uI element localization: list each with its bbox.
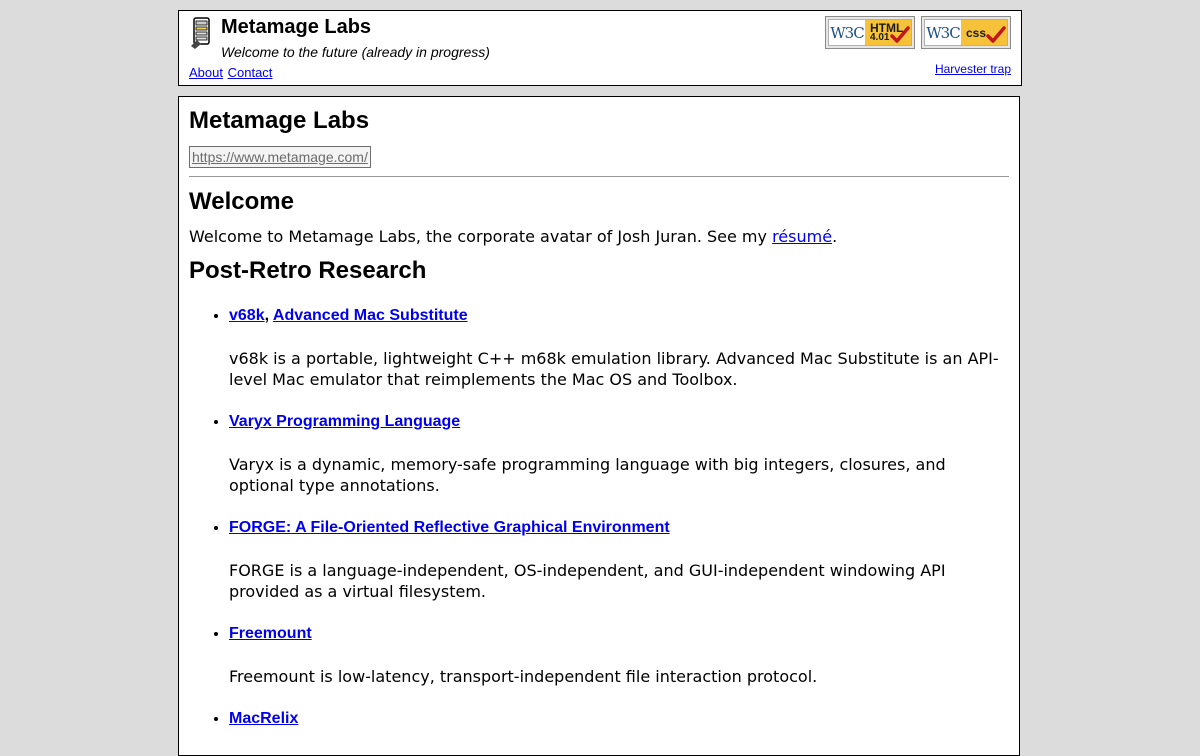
- validator-badges: W3C HTML 4.01 W3C css: [825, 16, 1011, 49]
- w3c-logo: W3C: [830, 23, 864, 42]
- project-description: v68k is a portable, lightweight C++ m68k…: [229, 349, 999, 389]
- nav-link-contact[interactable]: Contact: [228, 65, 273, 80]
- resume-link[interactable]: résumé: [772, 227, 832, 246]
- project-link-freemount[interactable]: Freemount: [229, 625, 312, 642]
- site-header: Metamage Labs Welcome to the future (alr…: [178, 10, 1022, 86]
- harvester-trap-link[interactable]: Harvester trap: [935, 62, 1011, 76]
- top-nav: About Contact: [189, 65, 273, 81]
- w3c-logo: W3C: [926, 23, 960, 42]
- site-tagline: Welcome to the future (already in progre…: [221, 44, 490, 60]
- page-title: Metamage Labs: [189, 107, 370, 134]
- divider: [189, 176, 1009, 177]
- site-title: Metamage Labs: [221, 16, 372, 38]
- w3c-css-badge[interactable]: W3C css: [921, 16, 1011, 49]
- list-item: MacRelix: [229, 709, 1009, 729]
- project-link-macrelix[interactable]: MacRelix: [229, 710, 298, 727]
- nav-link-about[interactable]: About: [189, 65, 223, 80]
- list-item: v68k, Advanced Mac Substitute v68k is a …: [229, 306, 1009, 390]
- project-link-v68k[interactable]: v68k: [229, 307, 265, 324]
- list-item: Freemount Freemount is low-latency, tran…: [229, 624, 1009, 687]
- research-heading: Post-Retro Research: [189, 257, 427, 284]
- welcome-heading: Welcome: [189, 188, 294, 215]
- project-description: FORGE is a language-independent, OS-inde…: [229, 561, 946, 601]
- checkmark-icon: [986, 26, 1006, 43]
- project-link-varyx[interactable]: Varyx Programming Language: [229, 413, 460, 430]
- welcome-paragraph: Welcome to Metamage Labs, the corporate …: [189, 227, 838, 246]
- project-link-forge[interactable]: FORGE: A File-Oriented Reflective Graphi…: [229, 519, 670, 536]
- w3c-html-badge[interactable]: W3C HTML 4.01: [825, 16, 915, 49]
- list-item: Varyx Programming Language Varyx is a dy…: [229, 412, 1009, 496]
- list-item: FORGE: A File-Oriented Reflective Graphi…: [229, 518, 1009, 602]
- main-content: Metamage Labs https://www.metamage.com/ …: [178, 96, 1020, 756]
- checkmark-icon: [890, 26, 910, 43]
- project-link-advanced-mac-substitute[interactable]: Advanced Mac Substitute: [273, 307, 468, 324]
- project-description: Varyx is a dynamic, memory-safe programm…: [229, 455, 946, 495]
- canonical-url-link[interactable]: https://www.metamage.com/: [189, 146, 371, 168]
- project-description: Freemount is low-latency, transport-inde…: [229, 667, 818, 686]
- project-list: v68k, Advanced Mac Substitute v68k is a …: [189, 306, 1009, 729]
- metamage-logo-icon: [191, 17, 210, 49]
